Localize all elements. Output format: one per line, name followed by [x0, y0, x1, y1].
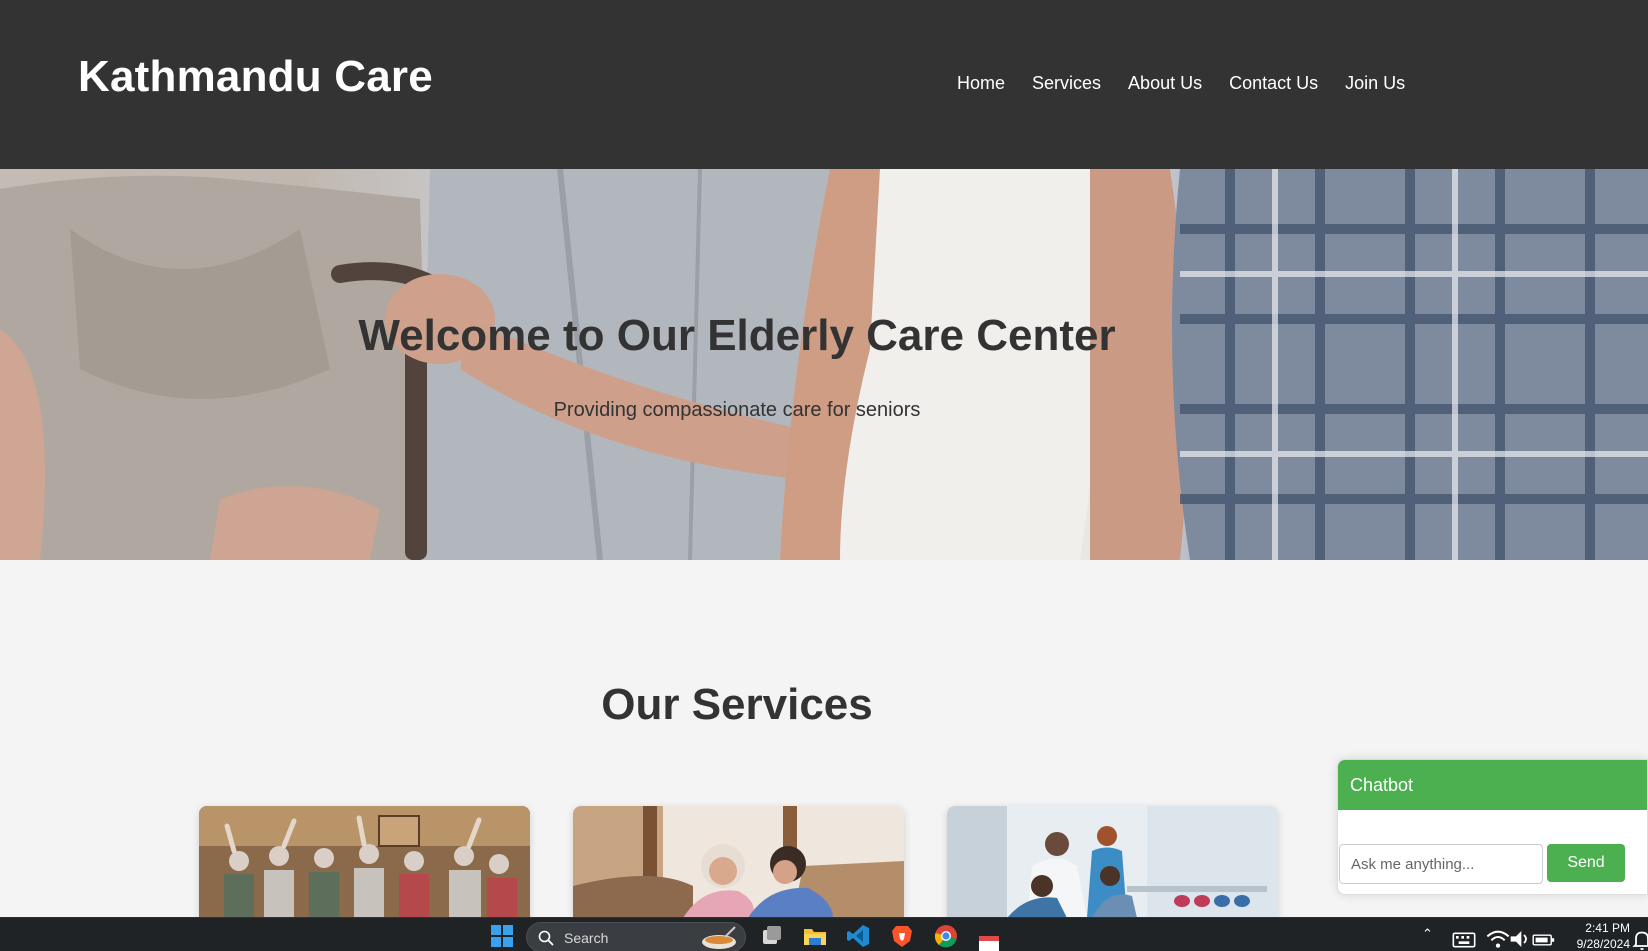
clock-date: 9/28/2024 [1576, 937, 1630, 951]
service-card-caregiver[interactable] [573, 806, 904, 918]
site-logo[interactable]: Kathmandu Care [78, 52, 433, 102]
hero-background-image [0, 169, 1648, 560]
chatbot-message-input[interactable] [1339, 844, 1543, 884]
group-activity-image [199, 806, 530, 918]
taskbar-search-label: Search [564, 930, 609, 946]
service-card-group-activity[interactable] [199, 806, 530, 918]
taskbar-search-box[interactable]: Search [526, 922, 746, 951]
notification-bell-icon[interactable] [1630, 928, 1648, 951]
nav-services-link[interactable]: Services [1032, 73, 1101, 94]
hero-banner: Welcome to Our Elderly Care Center Provi… [0, 169, 1648, 560]
volume-icon[interactable] [1508, 927, 1532, 951]
services-title: Our Services [601, 680, 873, 729]
vscode-icon[interactable] [846, 924, 870, 948]
file-explorer-icon[interactable] [803, 924, 827, 948]
main-nav: Home Services About Us Contact Us Join U… [957, 73, 1432, 94]
keyboard-icon[interactable] [1452, 928, 1476, 951]
search-icon [538, 930, 554, 946]
taskbar-clock[interactable]: 2:41 PM 9/28/2024 [1560, 920, 1630, 951]
site-header: Kathmandu Care Home Services About Us Co… [0, 0, 1648, 169]
nav-contact-link[interactable]: Contact Us [1229, 73, 1318, 94]
nav-join-link[interactable]: Join Us [1345, 73, 1405, 94]
service-card-physiotherapy[interactable] [947, 806, 1278, 918]
nav-home-link[interactable]: Home [957, 73, 1005, 94]
caregiver-image [573, 806, 904, 918]
wifi-icon[interactable] [1486, 927, 1510, 951]
task-view-icon[interactable] [760, 924, 784, 948]
nav-about-link[interactable]: About Us [1128, 73, 1202, 94]
brave-icon[interactable] [890, 924, 914, 948]
hero-title: Welcome to Our Elderly Care Center [358, 311, 1116, 360]
chrome-icon[interactable] [934, 924, 958, 948]
windows-taskbar: Search ⌃ 2:41 PM 9/28/2024 [0, 917, 1648, 951]
windows-start-icon[interactable] [490, 924, 514, 948]
chatbot-widget: Chatbot Send [1337, 759, 1648, 895]
clock-time: 2:41 PM [1585, 921, 1630, 935]
chevron-up-icon[interactable]: ⌃ [1422, 927, 1433, 942]
physiotherapy-image [947, 806, 1278, 918]
battery-icon[interactable] [1532, 928, 1556, 951]
chatbot-title[interactable]: Chatbot [1338, 760, 1647, 810]
search-highlight-icon [702, 926, 736, 949]
calendar-app-icon[interactable] [977, 932, 1001, 951]
chatbot-send-button[interactable]: Send [1547, 844, 1625, 882]
hero-subtitle: Providing compassionate care for seniors [553, 399, 921, 421]
